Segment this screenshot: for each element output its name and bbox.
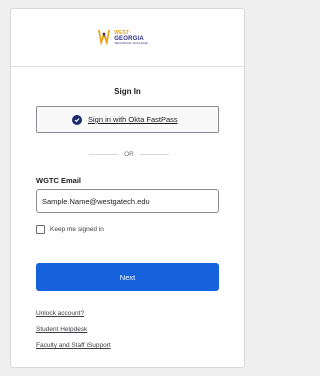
- okta-check-icon: [72, 115, 82, 125]
- next-button[interactable]: Next: [36, 263, 219, 291]
- west-georgia-logo-icon: [98, 29, 111, 46]
- email-field[interactable]: [36, 189, 219, 213]
- keep-signed-in-checkbox[interactable]: [36, 225, 45, 234]
- help-links: Unlock account? Student Helpdesk Faculty…: [36, 309, 111, 350]
- unlock-account-link[interactable]: Unlock account?: [36, 309, 111, 318]
- divider-line-left: [89, 154, 119, 155]
- okta-fastpass-label: Sign in with Okta FastPass: [88, 115, 178, 124]
- email-label: WGTC Email: [36, 176, 82, 185]
- page-title: Sign In: [114, 87, 141, 96]
- header: WEST GEORGIA TECHNICAL COLLEGE: [11, 9, 244, 67]
- or-divider: OR: [89, 151, 169, 158]
- student-helpdesk-link[interactable]: Student Helpdesk: [36, 325, 111, 334]
- logo-subtitle: TECHNICAL COLLEGE: [114, 40, 148, 45]
- keep-signed-in-label: Keep me signed in: [50, 226, 104, 233]
- or-label: OR: [124, 151, 134, 158]
- logo-text: WEST GEORGIA TECHNICAL COLLEGE: [114, 30, 148, 45]
- faculty-staff-isupport-link[interactable]: Faculty and Staff iSupport: [36, 341, 111, 350]
- logo: WEST GEORGIA TECHNICAL COLLEGE: [97, 29, 148, 47]
- sign-in-card: WEST GEORGIA TECHNICAL COLLEGE Sign In S…: [10, 8, 245, 368]
- okta-fastpass-button[interactable]: Sign in with Okta FastPass: [36, 106, 219, 133]
- divider-line-right: [139, 154, 169, 155]
- keep-signed-in-row[interactable]: Keep me signed in: [36, 225, 104, 234]
